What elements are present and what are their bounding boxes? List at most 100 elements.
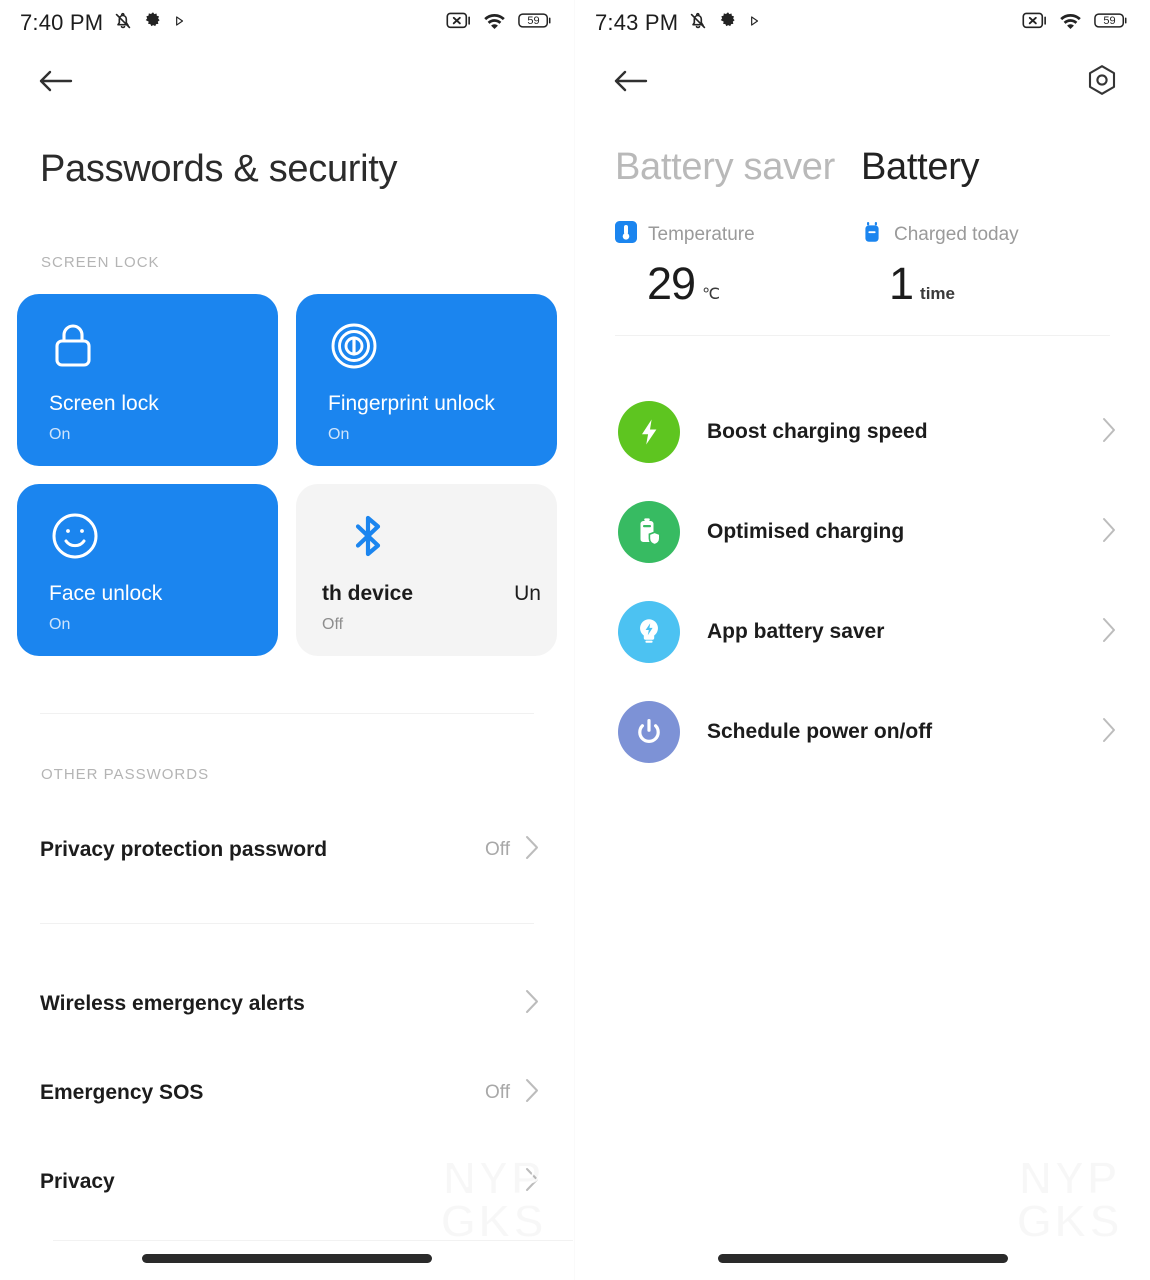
chevron-right-icon [1101,416,1118,449]
battery-shield-icon [618,501,680,563]
nav-bar-left [0,46,574,120]
chevron-right-icon [524,1077,541,1109]
bolt-icon [618,401,680,463]
watermark: NYP GKS [1015,1152,1122,1247]
no-sim-icon [446,11,471,35]
lock-icon [49,324,97,376]
battery-icon: 59 [1094,11,1128,35]
list-item-right: Off [485,1077,541,1109]
nav-bar-right [575,46,1150,120]
gesture-bar[interactable] [0,1254,574,1263]
menu-item-optimised-charging[interactable]: Optimised charging [575,482,1150,582]
chevron-right-icon [1101,716,1118,749]
tile-title: Face unlock [49,582,163,605]
list-item-right [510,988,541,1020]
back-arrow-icon[interactable] [613,66,649,101]
silent-mode-icon [112,10,134,37]
list-item-privacy-protection-password[interactable]: Privacy protection password Off [0,824,574,876]
status-time: 7:40 PM [20,10,104,35]
list-item-privacy[interactable]: Privacy [0,1156,574,1208]
back-arrow-icon[interactable] [38,66,74,101]
tile-fingerprint-unlock[interactable]: Fingerprint unlock On [296,294,557,466]
menu-item-label: App battery saver [707,620,885,643]
tile-subtitle: On [328,426,350,443]
menu-item-app-battery-saver[interactable]: App battery saver [575,582,1150,682]
status-bar-right-group: 59 [446,11,552,35]
tile-face-unlock[interactable]: Face unlock On [17,484,278,656]
watermark-line-1: NYP [1018,1152,1120,1205]
wifi-icon [1058,11,1083,35]
tab-battery-saver[interactable]: Battery saver [615,146,835,189]
menu-item-label: Boost charging speed [707,420,928,443]
status-bar-left: 7:40 PM 59 [0,0,574,46]
status-bar-right: 7:43 PM 59 [575,0,1150,46]
power-icon [618,701,680,763]
tile-subtitle: On [49,616,71,633]
tile-title: Fingerprint unlock [328,392,495,415]
battery-level-text: 59 [1103,14,1116,27]
charge-plug-icon [861,221,883,248]
stat-value-group: 1 time [861,258,1107,310]
status-time: 7:43 PM [595,10,679,35]
list-item-label: Emergency SOS [40,1081,204,1104]
tile-aux-text: Un [514,582,541,605]
settings-hex-icon[interactable] [1084,63,1120,104]
watermark-line-2: GKS [1015,1194,1122,1247]
dual-screenshot-container: 7:40 PM 59 Passwords & security SCREEN L… [0,0,1150,1280]
tile-subtitle: On [49,426,71,443]
chevron-right-icon [1101,616,1118,649]
stat-value: 1 [889,258,914,309]
stat-value: 29 [647,258,696,309]
gear-icon [718,11,738,36]
section-label-screen-lock: SCREEN LOCK [41,254,160,271]
tile-screen-lock[interactable]: Screen lock On [17,294,278,466]
battery-level-text: 59 [527,14,540,27]
wifi-icon [482,11,507,35]
stat-header: Charged today [861,221,1107,248]
menu-item-schedule-power-on-off[interactable]: Schedule power on/off [575,682,1150,782]
list-item-emergency-sos[interactable]: Emergency SOS Off [0,1067,574,1119]
stat-value-group: 29 ℃ [615,258,861,310]
chevron-right-icon [524,834,541,866]
menu-item-label: Optimised charging [707,520,905,543]
gesture-bar[interactable] [575,1254,1150,1263]
no-sim-icon [1022,11,1047,35]
tile-title: th device [322,582,414,605]
battery-tabs: Battery saver Battery [575,120,1150,189]
silent-mode-icon [687,10,709,37]
passwords-security-screen: 7:40 PM 59 Passwords & security SCREEN L… [0,0,575,1280]
status-bar-left-group: 7:40 PM [20,10,186,37]
page-title: Passwords & security [40,148,398,190]
play-icon [172,14,186,33]
chevron-right-icon [1101,516,1118,549]
menu-item-label: Schedule power on/off [707,720,933,743]
list-item-label: Wireless emergency alerts [40,992,305,1015]
list-item-value: Off [485,839,510,860]
chevron-right-icon [524,988,541,1020]
stat-label: Charged today [894,223,1019,245]
list-item-value: Off [485,1082,510,1103]
tile-subtitle: Off [322,616,344,633]
status-bar-right-group: 59 [1022,11,1128,35]
list-item-right: Off [485,834,541,866]
battery-stats: Temperature 29 ℃ Charged today 1 time [575,189,1150,310]
bluetooth-icon [346,510,557,562]
face-smile-icon [49,513,101,566]
list-item-right [510,1166,541,1198]
chevron-right-icon [524,1166,541,1198]
menu-item-boost-charging-speed[interactable]: Boost charging speed [575,382,1150,482]
stat-unit: ℃ [702,286,721,303]
stat-header: Temperature [615,221,861,248]
status-bar-left-group: 7:43 PM [595,10,761,37]
bottom-divider [53,1240,573,1241]
section-label-other-passwords: OTHER PASSWORDS [41,766,210,783]
stat-unit: time [920,284,955,303]
stat-label: Temperature [648,223,755,245]
tab-battery[interactable]: Battery [861,146,980,189]
tile-bluetooth-device[interactable]: th device Off Un [296,484,557,656]
battery-icon: 59 [518,11,552,35]
list-item-wireless-emergency-alerts[interactable]: Wireless emergency alerts [0,978,574,1030]
list-item-label: Privacy protection password [40,838,328,861]
battery-screen: 7:43 PM 59 Battery saver Battery Tempera… [575,0,1150,1280]
thermometer-icon [615,221,637,248]
